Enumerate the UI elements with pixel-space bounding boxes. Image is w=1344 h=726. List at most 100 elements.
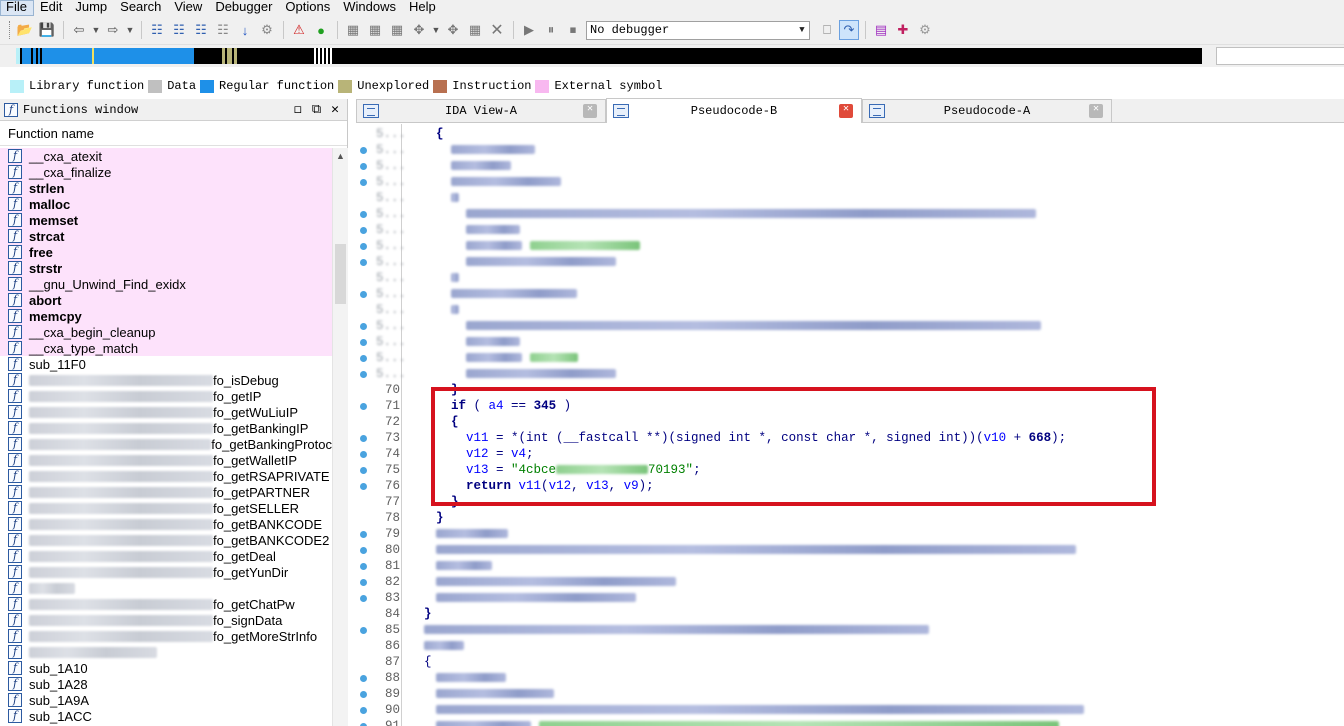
function-row[interactable]: f fo_isDebug	[0, 372, 332, 388]
code-line[interactable]: 5...	[356, 302, 1344, 318]
line-marker-dot[interactable]	[360, 227, 367, 234]
function-row[interactable]: f fo_getRSAPRIVATE	[0, 468, 332, 484]
function-row[interactable]: f __cxa_finalize	[0, 164, 332, 180]
code-line[interactable]: 5...	[356, 142, 1344, 158]
function-row[interactable]: f fo_getBankingProtoc	[0, 436, 332, 452]
green-circle-icon[interactable]: ●	[311, 20, 331, 40]
play-icon[interactable]: ▶	[519, 20, 539, 40]
toolbar-grip[interactable]	[7, 20, 13, 40]
menu-debugger[interactable]: Debugger	[209, 0, 279, 16]
graph-link-icon[interactable]: ✥	[443, 20, 463, 40]
line-marker-dot[interactable]	[360, 323, 367, 330]
line-marker-dot[interactable]	[360, 691, 367, 698]
menu-help[interactable]: Help	[403, 0, 443, 16]
line-marker-dot[interactable]	[360, 675, 367, 682]
function-row[interactable]: f fo_getYunDir	[0, 564, 332, 580]
function-row[interactable]: f abort	[0, 292, 332, 308]
chart-icon[interactable]: ▤	[871, 20, 891, 40]
stop-icon[interactable]: ⏹	[563, 20, 583, 40]
restore-icon[interactable]: ◻	[294, 102, 302, 117]
code-line[interactable]: 84}	[356, 606, 1344, 622]
function-row[interactable]: f fo_getChatPw	[0, 596, 332, 612]
line-marker-dot[interactable]	[360, 451, 367, 458]
float-window-icon[interactable]: ⧉	[312, 102, 321, 117]
menu-windows[interactable]: Windows	[337, 0, 403, 16]
code-line[interactable]: 82	[356, 574, 1344, 590]
function-row[interactable]: f fo_getWalletIP	[0, 452, 332, 468]
line-marker-dot[interactable]	[360, 707, 367, 714]
line-marker-dot[interactable]	[360, 547, 367, 554]
breakpoint-icon[interactable]: ⎕	[817, 20, 837, 40]
function-row[interactable]: f fo_getIP	[0, 388, 332, 404]
menu-jump[interactable]: Jump	[69, 0, 114, 16]
function-row[interactable]: f fo_getWuLiuIP	[0, 404, 332, 420]
code-line[interactable]: 74 v12 = v4;	[356, 446, 1344, 462]
code-line[interactable]: 88	[356, 670, 1344, 686]
code-line[interactable]: 70}	[356, 382, 1344, 398]
pause-icon[interactable]: ⏸	[541, 20, 561, 40]
code-line[interactable]: 75 v13 = "4cbce 70193";	[356, 462, 1344, 478]
code-line[interactable]: 76 return v11(v12, v13, v9);	[356, 478, 1344, 494]
line-marker-dot[interactable]	[360, 467, 367, 474]
code-line[interactable]: 5...	[356, 318, 1344, 334]
line-marker-dot[interactable]	[360, 403, 367, 410]
code-line[interactable]: 5...	[356, 366, 1344, 382]
line-marker-dot[interactable]	[360, 579, 367, 586]
line-marker-dot[interactable]	[360, 531, 367, 538]
line-marker-dot[interactable]	[360, 563, 367, 570]
function-row[interactable]: f __cxa_begin_cleanup	[0, 324, 332, 340]
function-row[interactable]: f strcat	[0, 228, 332, 244]
navigation-band-scroll[interactable]	[1216, 47, 1344, 65]
debugger-select[interactable]: No debugger ▼	[586, 20, 810, 40]
graph-icon[interactable]: ▦	[343, 20, 363, 40]
code-line[interactable]: 91	[356, 718, 1344, 726]
function-row[interactable]: f __cxa_type_match	[0, 340, 332, 356]
code-line[interactable]: 89	[356, 686, 1344, 702]
function-row[interactable]: f sub_1A28	[0, 676, 332, 692]
function-row[interactable]: f sub_1A10	[0, 660, 332, 676]
settings-icon[interactable]: ⚙	[915, 20, 935, 40]
menu-edit[interactable]: Edit	[34, 0, 69, 16]
code-line[interactable]: 5...	[356, 334, 1344, 350]
function-row[interactable]: f memcpy	[0, 308, 332, 324]
code-icon[interactable]: ⚙	[257, 20, 277, 40]
line-marker-dot[interactable]	[360, 595, 367, 602]
function-row[interactable]: f free	[0, 244, 332, 260]
menu-file[interactable]: File	[0, 0, 34, 16]
chevron-up-icon[interactable]: ▲	[333, 148, 348, 164]
chevron-down-icon[interactable]: ▼	[431, 20, 441, 40]
open-folder-icon[interactable]: 📂	[15, 20, 35, 40]
line-marker-dot[interactable]	[360, 259, 367, 266]
line-marker-dot[interactable]	[360, 371, 367, 378]
code-line[interactable]: 5...	[356, 158, 1344, 174]
menu-view[interactable]: View	[168, 0, 209, 16]
line-marker-dot[interactable]	[360, 435, 367, 442]
function-row[interactable]: f	[0, 644, 332, 660]
function-row[interactable]: f sub_1ACC	[0, 708, 332, 724]
scrollbar-thumb[interactable]	[335, 244, 346, 304]
function-row[interactable]: f fo_getDeal	[0, 548, 332, 564]
function-row[interactable]: f sub_11F0	[0, 356, 332, 372]
function-row[interactable]: f fo_getBankingIP	[0, 420, 332, 436]
line-marker-dot[interactable]	[360, 243, 367, 250]
search-binary-icon[interactable]: ☷	[147, 20, 167, 40]
line-marker-dot[interactable]	[360, 339, 367, 346]
code-line[interactable]: 79	[356, 526, 1344, 542]
function-row[interactable]: f __gnu_Unwind_Find_exidx	[0, 276, 332, 292]
code-line[interactable]: 5... {	[356, 126, 1344, 142]
chevron-down-icon[interactable]: ▼	[795, 25, 809, 35]
line-marker-dot[interactable]	[360, 627, 367, 634]
code-line[interactable]: 5...	[356, 350, 1344, 366]
line-marker-dot[interactable]	[360, 163, 367, 170]
menu-options[interactable]: Options	[279, 0, 337, 16]
graph-move-icon[interactable]: ✥	[409, 20, 429, 40]
function-row[interactable]: f fo_getSELLER	[0, 500, 332, 516]
tab-ida-view-a[interactable]: IDA View-A ✕	[356, 99, 606, 122]
pseudocode-view[interactable]: 5...{5... 5... 5... 5... 5... 5... 5... 5... 5.…	[356, 124, 1344, 726]
code-line[interactable]: 87{	[356, 654, 1344, 670]
code-line[interactable]: 5...	[356, 238, 1344, 254]
function-row[interactable]: f fo_signData	[0, 612, 332, 628]
function-row[interactable]: f __cxa_atexit	[0, 148, 332, 164]
close-icon[interactable]: ✕	[1089, 104, 1103, 118]
code-line[interactable]: 77}	[356, 494, 1344, 510]
